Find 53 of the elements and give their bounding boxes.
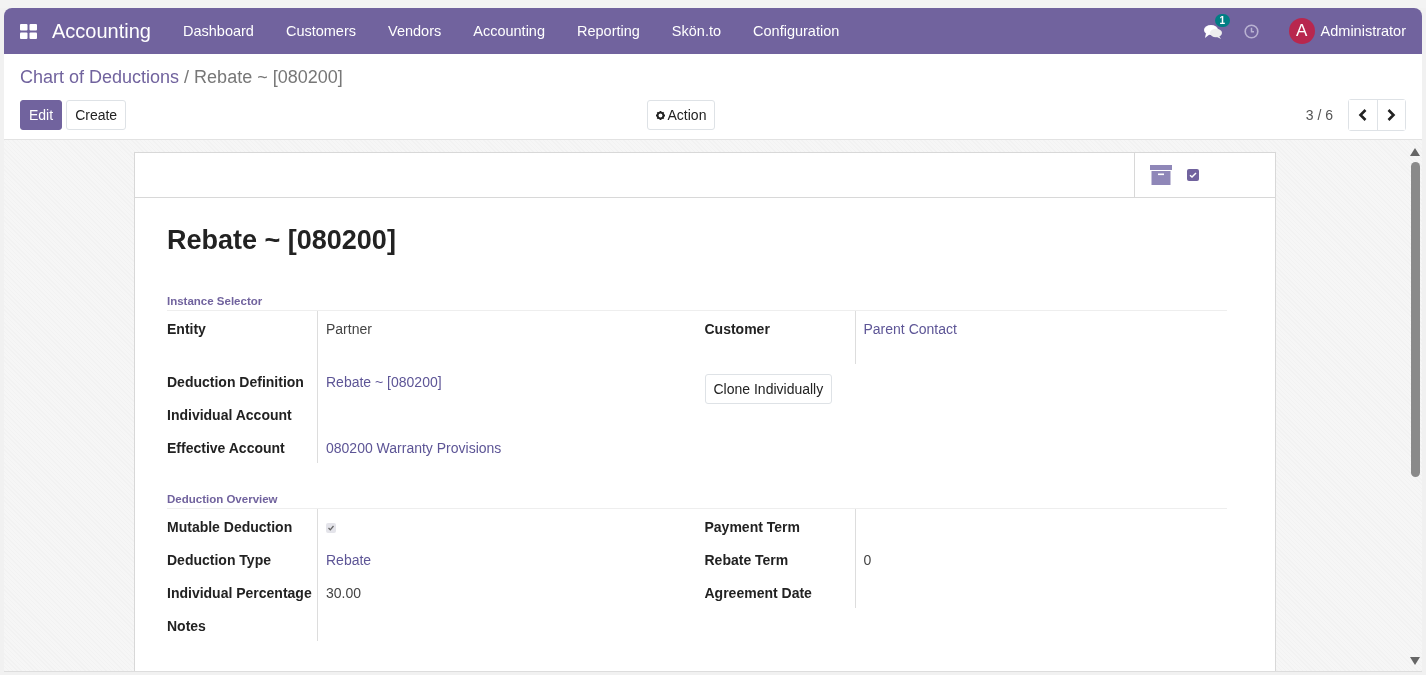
field-label: Mutable Deduction [167, 518, 294, 537]
breadcrumb-current: Rebate ~ [080200] [194, 67, 343, 87]
edit-button[interactable]: Edit [20, 100, 63, 130]
archive-icon[interactable] [1150, 165, 1172, 185]
user-avatar[interactable]: A [1288, 18, 1315, 44]
apps-menu-icon[interactable] [20, 23, 37, 39]
pager-value: 3 / 6 [1305, 107, 1333, 123]
action-button[interactable]: Action [646, 100, 716, 130]
field-label: Customer [704, 320, 771, 339]
gear-icon [655, 110, 665, 120]
menu-item[interactable]: Skön.to [655, 23, 738, 39]
create-button[interactable]: Create [66, 100, 127, 130]
menu-item[interactable]: Reporting [561, 23, 656, 39]
breadcrumb-link[interactable]: Chart of Deductions [20, 67, 180, 87]
menu-item[interactable]: Customers [269, 23, 372, 39]
menu-item[interactable]: Configuration [737, 23, 856, 39]
breadcrumb-separator: / [184, 67, 190, 87]
field-link[interactable]: Rebate [326, 552, 372, 568]
menu-item[interactable]: Accounting [457, 23, 561, 39]
field-label: Deduction Type [167, 551, 272, 570]
menu-item[interactable]: Dashboard [166, 23, 270, 39]
section-heading: Deduction Overview [167, 493, 1227, 509]
field-label: Effective Account [167, 439, 286, 458]
checkbox[interactable] [326, 523, 336, 533]
field-value: 30.00 [326, 585, 362, 601]
clone-button[interactable]: Clone Individually [704, 374, 833, 404]
field-label: Individual Account [167, 406, 293, 425]
next-button[interactable] [1377, 100, 1405, 130]
field-link[interactable]: Parent Contact [863, 321, 957, 337]
field-value: Partner [326, 321, 372, 337]
field-label: Rebate Term [704, 551, 790, 570]
field-label: Payment Term [704, 518, 801, 537]
message-count-badge: 1 [1214, 13, 1231, 27]
checked-box-icon[interactable] [1187, 169, 1199, 181]
app-name[interactable]: Accounting [52, 19, 151, 43]
field-label: Entity [167, 320, 207, 339]
field-label: Notes [167, 617, 207, 636]
record-title: Rebate ~ [080200] [167, 224, 397, 257]
user-name[interactable]: Administrator [1320, 23, 1406, 39]
chat-icon[interactable] [1203, 23, 1222, 39]
chevron-left-icon [1358, 109, 1368, 121]
scroll-down-icon[interactable] [1410, 657, 1420, 665]
field-link[interactable]: 080200 Warranty Provisions [326, 440, 502, 456]
menu-item[interactable]: Vendors [372, 23, 458, 39]
field-label: Deduction Definition [167, 373, 305, 392]
field-link[interactable]: Rebate ~ [080200] [326, 374, 442, 390]
clock-icon[interactable] [1243, 23, 1259, 39]
section-heading: Instance Selector [167, 295, 1227, 311]
field-value: 0 [863, 552, 872, 568]
scroll-up-icon[interactable] [1410, 148, 1420, 156]
field-label: Agreement Date [704, 584, 813, 603]
chevron-right-icon [1386, 109, 1397, 121]
field-label: Individual Percentage [167, 584, 313, 603]
